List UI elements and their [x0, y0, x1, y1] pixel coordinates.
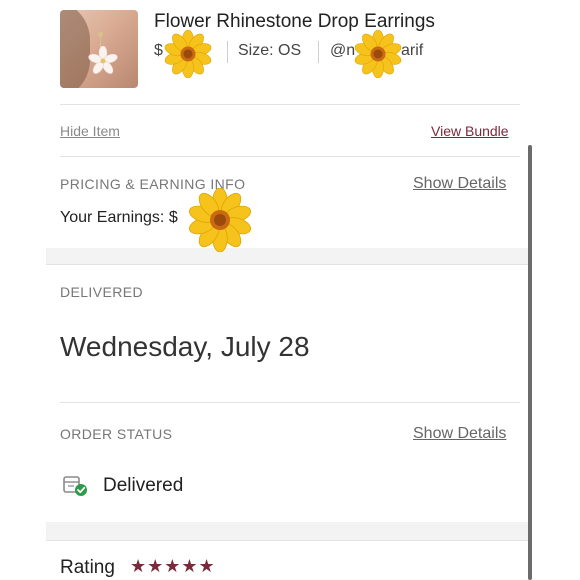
package-delivered-icon — [63, 476, 87, 496]
divider — [46, 264, 530, 265]
sunflower-sticker — [354, 30, 402, 78]
divider — [60, 402, 520, 403]
divider — [60, 156, 520, 157]
divider — [60, 104, 520, 105]
seller-username[interactable]: @n — [330, 42, 355, 60]
product-price: $ — [154, 42, 163, 59]
product-size: Size: OS — [238, 42, 302, 59]
thumbnail-hair — [60, 10, 90, 88]
scrollbar[interactable] — [528, 145, 532, 580]
order-status-section-label: ORDER STATUS — [60, 426, 173, 442]
delivered-date: Wednesday, July 28 — [60, 331, 310, 362]
order-status-show-details-link[interactable]: Show Details — [413, 425, 506, 443]
meta-divider — [318, 41, 319, 63]
sunflower-sticker — [164, 30, 212, 78]
sunflower-sticker — [188, 188, 252, 252]
pricing-show-details-link[interactable]: Show Details — [413, 175, 506, 193]
flower-earring-image — [88, 46, 118, 74]
product-thumbnail[interactable] — [60, 10, 138, 88]
section-gap — [46, 248, 530, 264]
rating-label: Rating — [60, 557, 115, 578]
delivered-section-label: DELIVERED — [60, 284, 143, 300]
hide-item-link[interactable]: Hide Item — [60, 123, 120, 139]
order-status-value: Delivered — [103, 475, 184, 496]
rating-stars: ★★★★★ — [130, 556, 216, 576]
divider — [46, 540, 530, 541]
meta-divider — [227, 41, 228, 63]
your-earnings: Your Earnings: $ — [60, 209, 178, 226]
section-gap — [46, 522, 530, 540]
view-bundle-link[interactable]: View Bundle — [431, 123, 509, 139]
seller-username-tail[interactable]: arif — [401, 42, 423, 60]
